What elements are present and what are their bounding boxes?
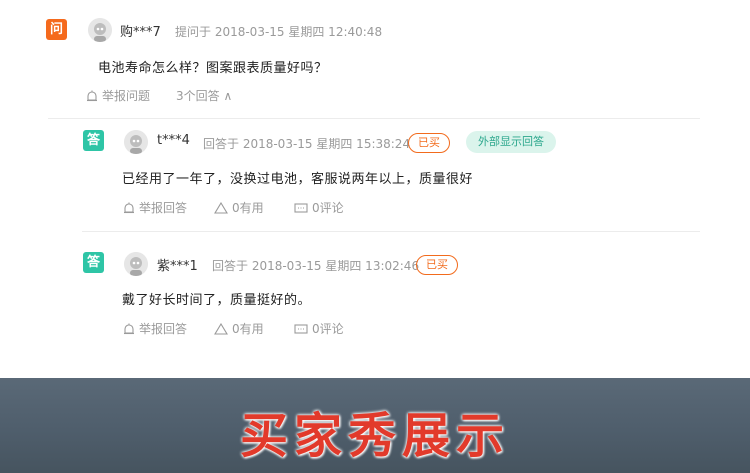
question-badge: 问: [46, 19, 67, 40]
question-username[interactable]: 购***7: [120, 21, 161, 40]
answer-text: 戴了好长时间了，质量挺好的。: [122, 293, 312, 308]
report-answer-button[interactable]: 举报回答: [123, 199, 187, 216]
useful-button[interactable]: 0有用: [214, 199, 264, 216]
answer-username[interactable]: t***4: [157, 133, 190, 148]
report-alarm-icon: [124, 202, 134, 213]
question-timestamp: 提问于 2018-03-15 星期四 12:40:48: [175, 25, 383, 39]
comment-label: 0评论: [312, 201, 344, 215]
divider: [48, 118, 700, 119]
useful-label: 0有用: [232, 322, 264, 336]
external-answer-tag[interactable]: 外部显示回答: [466, 131, 556, 153]
comment-button[interactable]: 0评论: [294, 320, 344, 337]
answer-timestamp: 回答于 2018-03-15 星期四 13:02:46: [212, 259, 420, 273]
thumb-triangle-icon: [214, 201, 228, 214]
answer-text: 已经用了一年了，没换过电池，客服说两年以上，质量很好: [122, 172, 474, 187]
answer-badge: 答: [83, 252, 104, 273]
question-text: 电池寿命怎么样？图案跟表质量好吗？: [98, 61, 328, 76]
answers-toggle-label: 3个回答 ∧: [176, 89, 233, 103]
useful-button[interactable]: 0有用: [214, 320, 264, 337]
answer-timestamp: 回答于 2018-03-15 星期四 15:38:24: [203, 137, 411, 151]
banner-title: 买家秀展示: [239, 408, 510, 464]
report-answer-label: 举报回答: [139, 322, 188, 336]
comment-box-icon: [294, 323, 308, 334]
comment-label: 0评论: [312, 322, 344, 336]
answers-toggle[interactable]: 3个回答 ∧: [176, 87, 232, 104]
report-question-label: 举报问题: [102, 89, 151, 103]
thumb-triangle-icon: [214, 322, 228, 335]
user-avatar-icon: [124, 252, 148, 276]
report-answer-button[interactable]: 举报回答: [123, 320, 187, 337]
report-question-button[interactable]: 举报问题: [86, 87, 150, 104]
report-alarm-icon: [124, 323, 134, 334]
answer-badge: 答: [83, 130, 104, 151]
divider: [82, 231, 700, 232]
user-avatar-icon: [124, 130, 148, 154]
report-answer-label: 举报回答: [139, 201, 188, 215]
answer-username[interactable]: 紫***1: [157, 255, 198, 274]
useful-label: 0有用: [232, 201, 264, 215]
report-alarm-icon: [87, 90, 97, 101]
comment-box-icon: [294, 202, 308, 213]
comment-button[interactable]: 0评论: [294, 199, 344, 216]
bought-tag: 已买: [416, 255, 458, 275]
bought-tag: 已买: [408, 133, 450, 153]
user-avatar-icon: [88, 18, 112, 42]
